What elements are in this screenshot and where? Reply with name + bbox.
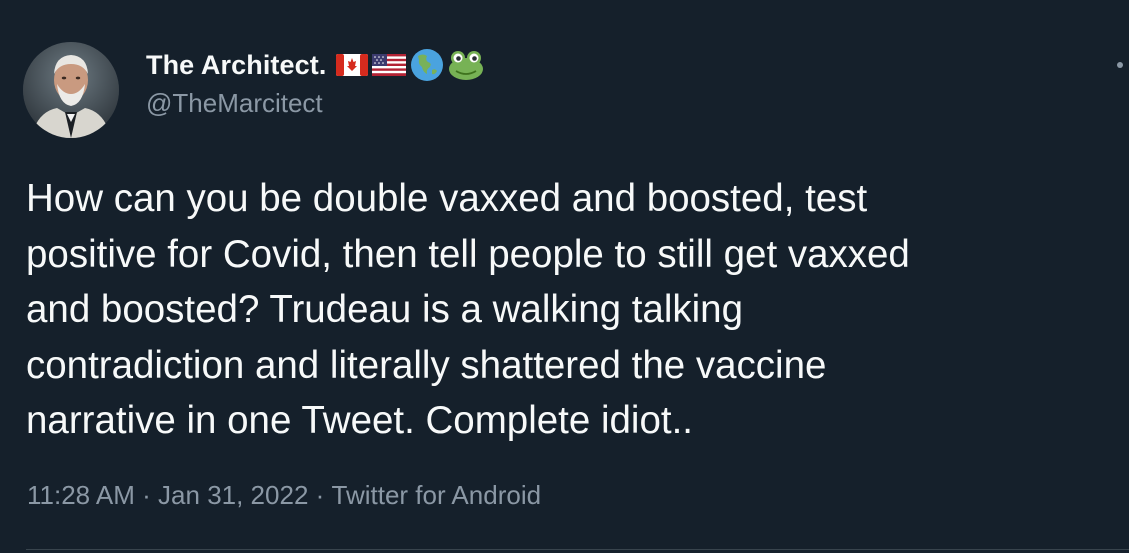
tweet-source[interactable]: Twitter for Android: [332, 480, 542, 511]
tweet-time[interactable]: 11:28 AM: [27, 480, 135, 511]
display-name[interactable]: The Architect.: [146, 50, 326, 81]
author-name-row[interactable]: The Architect.: [146, 46, 484, 84]
more-options-icon[interactable]: [1117, 62, 1123, 68]
tweet-date[interactable]: Jan 31, 2022: [158, 480, 308, 511]
frog-icon: [448, 49, 484, 81]
divider: [26, 549, 1129, 550]
avatar-image: [23, 42, 119, 138]
tweet-detail: The Architect. @TheMarcitect How can you…: [0, 0, 1129, 553]
avatar[interactable]: [23, 42, 119, 138]
name-emojis: [336, 48, 484, 82]
tweet-metadata: 11:28 AM · Jan 31, 2022 · Twitter for An…: [27, 480, 541, 511]
meta-separator: ·: [308, 480, 332, 510]
tweet-text: How can you be double vaxxed and boosted…: [26, 177, 910, 442]
usa-flag-icon: [372, 54, 407, 76]
globe-americas-icon: [410, 48, 444, 82]
meta-separator: ·: [134, 480, 159, 510]
user-handle[interactable]: @TheMarcitect: [146, 88, 323, 119]
canada-flag-icon: [336, 54, 369, 76]
